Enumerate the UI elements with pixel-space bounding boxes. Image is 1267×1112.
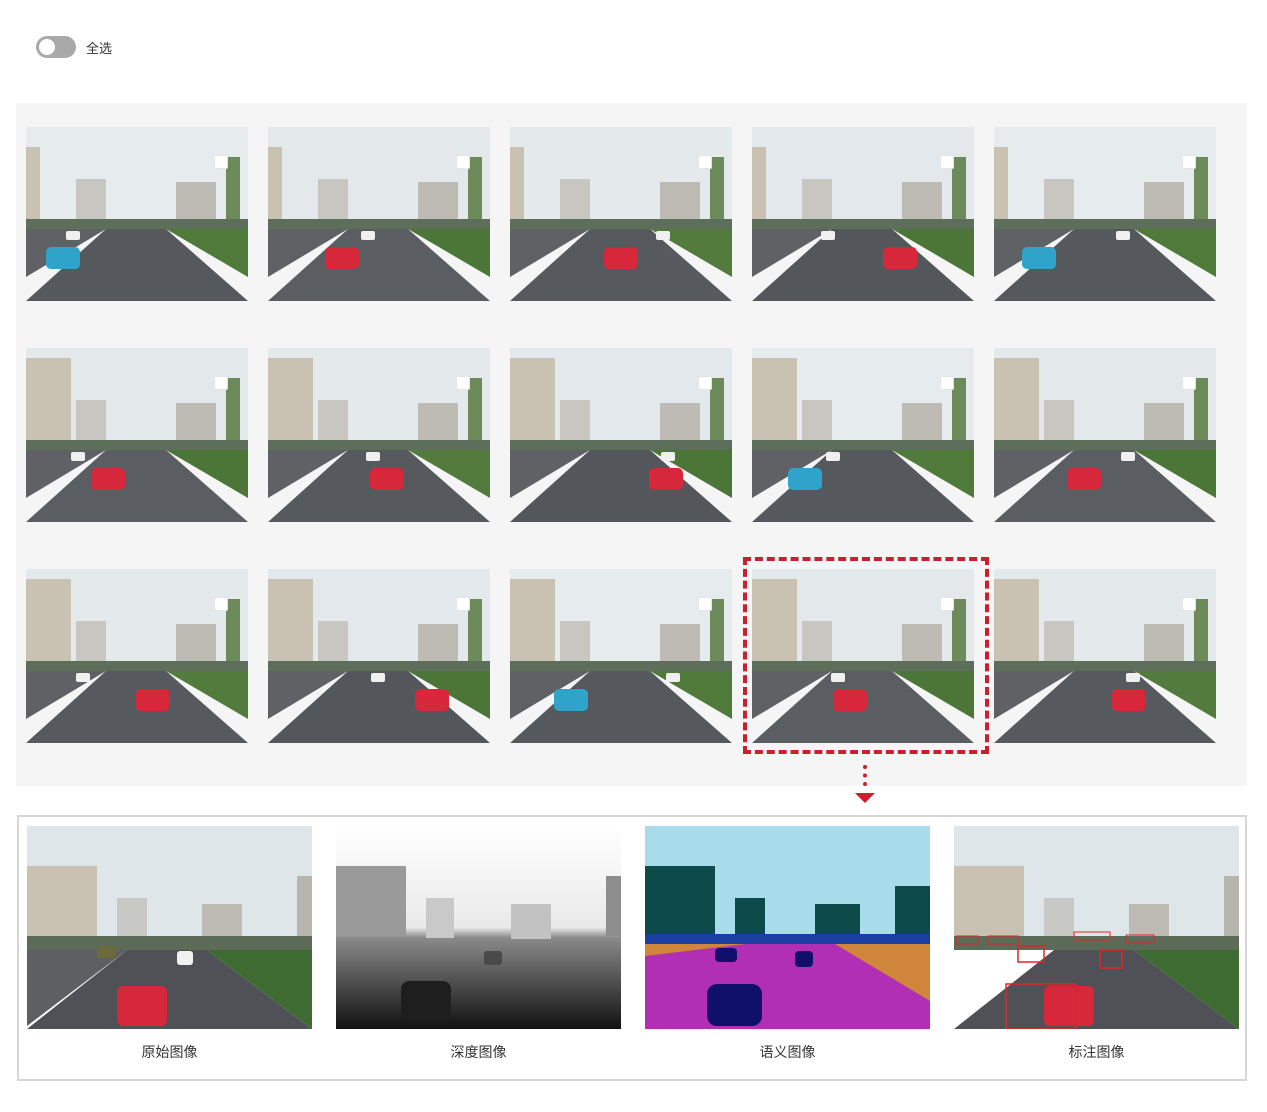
gallery-thumbnail[interactable]	[268, 127, 490, 301]
detail-annotated[interactable]: 标注图像	[954, 826, 1239, 1062]
original-image	[27, 826, 312, 1029]
thumbnail-checkbox[interactable]	[456, 155, 470, 169]
select-all-row: 全选	[36, 36, 112, 58]
thumbnail-checkbox[interactable]	[940, 155, 954, 169]
gallery-thumbnail[interactable]	[994, 348, 1216, 522]
image-gallery	[16, 103, 1247, 786]
gallery-thumbnail[interactable]	[752, 127, 974, 301]
thumbnail-checkbox[interactable]	[214, 155, 228, 169]
gallery-thumbnail[interactable]	[26, 348, 248, 522]
gallery-thumbnail[interactable]	[26, 569, 248, 743]
gallery-thumbnail[interactable]	[994, 569, 1216, 743]
expand-arrow-line	[863, 765, 867, 786]
detail-caption-semantic: 语义图像	[759, 1045, 816, 1061]
gallery-thumbnail[interactable]	[268, 569, 490, 743]
detail-caption-annotated: 标注图像	[1068, 1045, 1125, 1061]
semantic-image	[645, 826, 930, 1029]
thumbnail-checkbox[interactable]	[214, 597, 228, 611]
gallery-thumbnail[interactable]	[268, 348, 490, 522]
gallery-thumbnail[interactable]	[26, 127, 248, 301]
thumbnail-checkbox[interactable]	[1182, 597, 1196, 611]
gallery-thumbnail[interactable]	[994, 127, 1216, 301]
toggle-knob	[39, 39, 55, 55]
image-detail-panel: 原始图像 深度图像 语义图像 标注图像	[17, 815, 1247, 1081]
gallery-thumbnail[interactable]	[752, 348, 974, 522]
gallery-thumbnail[interactable]	[510, 348, 732, 522]
thumbnail-checkbox[interactable]	[1182, 155, 1196, 169]
detail-caption-original: 原始图像	[141, 1045, 198, 1061]
detail-original[interactable]: 原始图像	[27, 826, 312, 1062]
thumbnail-checkbox[interactable]	[698, 597, 712, 611]
select-all-toggle[interactable]	[36, 36, 76, 58]
detail-semantic[interactable]: 语义图像	[645, 826, 930, 1062]
thumbnail-checkbox[interactable]	[1182, 376, 1196, 390]
detail-caption-depth: 深度图像	[450, 1045, 507, 1061]
gallery-thumbnail[interactable]	[752, 569, 974, 743]
thumbnail-checkbox[interactable]	[456, 376, 470, 390]
thumbnail-checkbox[interactable]	[940, 376, 954, 390]
thumbnail-checkbox[interactable]	[214, 376, 228, 390]
gallery-thumbnail[interactable]	[510, 127, 732, 301]
thumbnail-checkbox[interactable]	[456, 597, 470, 611]
arrow-down-icon	[855, 793, 875, 803]
thumbnail-checkbox[interactable]	[940, 597, 954, 611]
thumbnail-checkbox[interactable]	[698, 155, 712, 169]
thumbnail-checkbox[interactable]	[698, 376, 712, 390]
select-all-label: 全选	[86, 41, 113, 57]
depth-image	[336, 826, 621, 1029]
annotated-image	[954, 826, 1239, 1029]
detail-depth[interactable]: 深度图像	[336, 826, 621, 1062]
gallery-thumbnail[interactable]	[510, 569, 732, 743]
